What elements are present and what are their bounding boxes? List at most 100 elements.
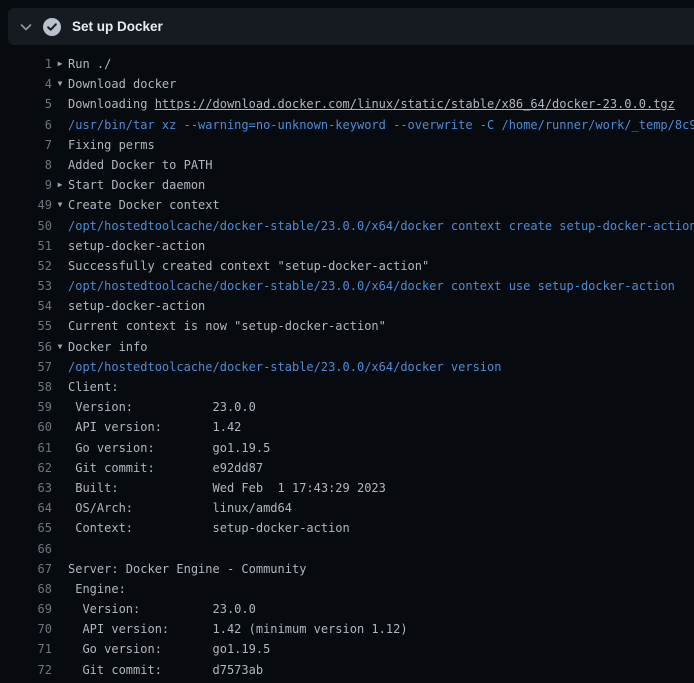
- line-number[interactable]: 69: [0, 599, 52, 619]
- gutter-spacer: [52, 397, 68, 417]
- log-line: 67Server: Docker Engine - Community: [0, 559, 694, 579]
- line-number[interactable]: 68: [0, 579, 52, 599]
- line-number[interactable]: 51: [0, 236, 52, 256]
- log-text: Version: 23.0.0: [68, 397, 256, 417]
- line-number[interactable]: 5: [0, 94, 52, 114]
- line-number[interactable]: 72: [0, 660, 52, 680]
- step-header[interactable]: Set up Docker: [8, 8, 694, 45]
- gutter-spacer: [52, 94, 68, 114]
- gutter-spacer: [52, 478, 68, 498]
- gutter-spacer: [52, 256, 68, 276]
- log-group-line[interactable]: 1▶Run ./: [0, 54, 694, 74]
- line-number[interactable]: 55: [0, 316, 52, 336]
- chevron-down-icon[interactable]: [18, 19, 34, 35]
- gutter-spacer: [52, 417, 68, 437]
- log-text: Version: 23.0.0: [68, 599, 256, 619]
- log-line: 69 Version: 23.0.0: [0, 599, 694, 619]
- log-group-line[interactable]: 56▼Docker info: [0, 337, 694, 357]
- command-text: /opt/hostedtoolcache/docker-stable/23.0.…: [68, 276, 675, 296]
- line-number[interactable]: 58: [0, 377, 52, 397]
- log-line: 63 Built: Wed Feb 1 17:43:29 2023: [0, 478, 694, 498]
- log-text: Git commit: d7573ab: [68, 660, 263, 680]
- actions-log-viewer: Set up Docker 1▶Run ./4▼Download docker5…: [0, 0, 694, 683]
- gutter-spacer: [52, 660, 68, 680]
- gutter-spacer: [52, 559, 68, 579]
- group-expanded-icon[interactable]: ▼: [52, 337, 68, 357]
- log-group-line[interactable]: 4▼Download docker: [0, 74, 694, 94]
- log-line: 7 Fixing perms: [0, 135, 694, 155]
- command-text: /usr/bin/tar xz --warning=no-unknown-key…: [68, 115, 694, 135]
- line-number[interactable]: 54: [0, 296, 52, 316]
- log-text: setup-docker-action: [68, 236, 205, 256]
- line-number[interactable]: 8: [0, 155, 52, 175]
- log-line: 65 Context: setup-docker-action: [0, 518, 694, 538]
- gutter-spacer: [52, 518, 68, 538]
- line-number[interactable]: 65: [0, 518, 52, 538]
- line-number[interactable]: 7: [0, 135, 52, 155]
- log-text: Create Docker context: [68, 195, 220, 215]
- log-text: API version: 1.42: [68, 417, 241, 437]
- log-text: Client:: [68, 377, 119, 397]
- line-number[interactable]: 49: [0, 195, 52, 215]
- log-group-line[interactable]: 49▼Create Docker context: [0, 195, 694, 215]
- line-number[interactable]: 4: [0, 74, 52, 94]
- line-number[interactable]: 50: [0, 216, 52, 236]
- line-number[interactable]: 52: [0, 256, 52, 276]
- gutter-spacer: [52, 599, 68, 619]
- line-number[interactable]: 67: [0, 559, 52, 579]
- gutter-spacer: [52, 276, 68, 296]
- log-text: Fixing perms: [68, 135, 155, 155]
- log-line: 8Added Docker to PATH: [0, 155, 694, 175]
- gutter-spacer: [52, 579, 68, 599]
- line-number[interactable]: 61: [0, 438, 52, 458]
- line-number[interactable]: 53: [0, 276, 52, 296]
- gutter-spacer: [52, 458, 68, 478]
- log-lines-container: 1▶Run ./4▼Download docker5Downloading ht…: [0, 45, 694, 680]
- group-collapsed-icon[interactable]: ▶: [52, 54, 68, 74]
- gutter-spacer: [52, 498, 68, 518]
- log-text: Built: Wed Feb 1 17:43:29 2023: [68, 478, 386, 498]
- line-number[interactable]: 62: [0, 458, 52, 478]
- log-text: setup-docker-action: [68, 296, 205, 316]
- log-text: API version: 1.42 (minimum version 1.12): [68, 619, 408, 639]
- log-line: 72 Git commit: d7573ab: [0, 660, 694, 680]
- line-number[interactable]: 1: [0, 54, 52, 74]
- group-expanded-icon[interactable]: ▼: [52, 74, 68, 94]
- line-number[interactable]: 6: [0, 115, 52, 135]
- log-text: Download docker: [68, 74, 176, 94]
- log-text: Current context is now "setup-docker-act…: [68, 316, 386, 336]
- log-line: 66: [0, 539, 694, 559]
- line-number[interactable]: 70: [0, 619, 52, 639]
- log-group-line[interactable]: 9▶Start Docker daemon: [0, 175, 694, 195]
- log-link[interactable]: https://download.docker.com/linux/static…: [155, 97, 675, 111]
- log-text: Go version: go1.19.5: [68, 438, 270, 458]
- group-expanded-icon[interactable]: ▼: [52, 195, 68, 215]
- log-line: 60 API version: 1.42: [0, 417, 694, 437]
- line-number[interactable]: 60: [0, 417, 52, 437]
- line-number[interactable]: 71: [0, 639, 52, 659]
- log-text: Context: setup-docker-action: [68, 518, 350, 538]
- step-title: Set up Docker: [72, 19, 163, 34]
- log-line: 57/opt/hostedtoolcache/docker-stable/23.…: [0, 357, 694, 377]
- log-text: Run ./: [68, 54, 111, 74]
- log-line: 62 Git commit: e92dd87: [0, 458, 694, 478]
- gutter-spacer: [52, 316, 68, 336]
- line-number[interactable]: 63: [0, 478, 52, 498]
- log-line: 6/usr/bin/tar xz --warning=no-unknown-ke…: [0, 115, 694, 135]
- gutter-spacer: [52, 639, 68, 659]
- group-collapsed-icon[interactable]: ▶: [52, 175, 68, 195]
- line-number[interactable]: 56: [0, 337, 52, 357]
- gutter-spacer: [52, 539, 68, 559]
- log-text: Go version: go1.19.5: [68, 639, 270, 659]
- log-text: Engine:: [68, 579, 126, 599]
- gutter-spacer: [52, 115, 68, 135]
- log-line: 54 setup-docker-action: [0, 296, 694, 316]
- line-number[interactable]: 66: [0, 539, 52, 559]
- log-line: 52Successfully created context "setup-do…: [0, 256, 694, 276]
- line-number[interactable]: 57: [0, 357, 52, 377]
- line-number[interactable]: 9: [0, 175, 52, 195]
- log-text: Downloading https://download.docker.com/…: [68, 94, 675, 114]
- line-number[interactable]: 64: [0, 498, 52, 518]
- line-number[interactable]: 59: [0, 397, 52, 417]
- log-line: 59 Version: 23.0.0: [0, 397, 694, 417]
